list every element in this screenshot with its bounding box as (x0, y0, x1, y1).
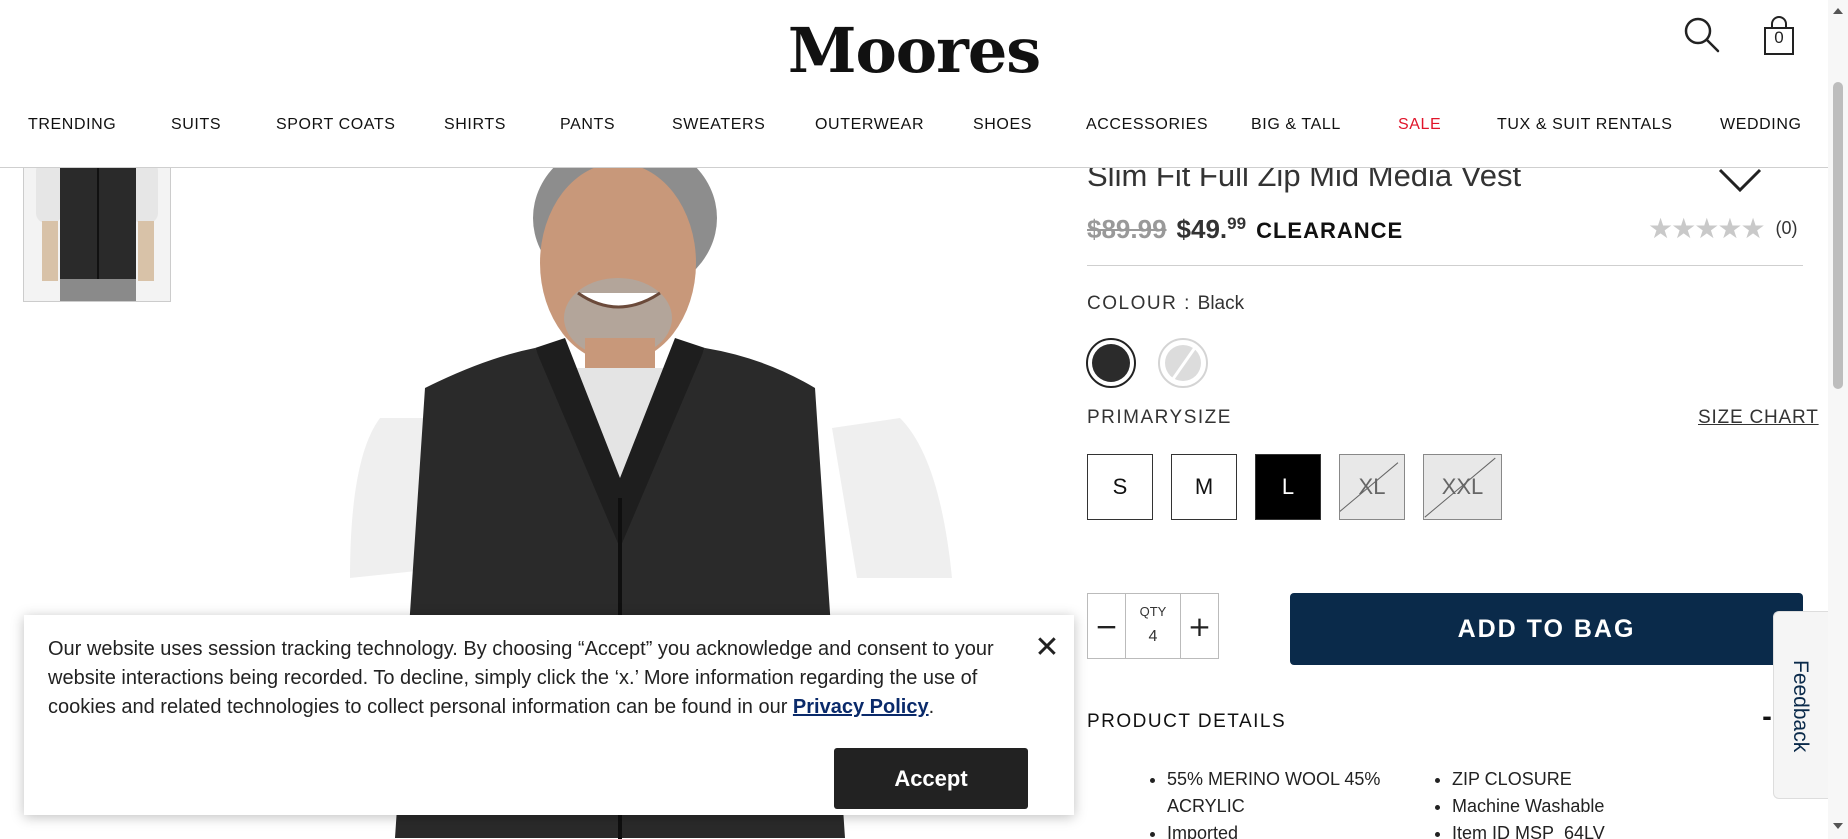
size-button-m[interactable]: M (1171, 454, 1237, 520)
colour-value: Black (1197, 293, 1245, 314)
star-icon: ★ (1740, 213, 1765, 244)
nav-item-accessories[interactable]: ACCESSORIES (1086, 116, 1208, 134)
bag-count: 0 (1774, 28, 1784, 47)
main-nav: TRENDING SUITS SPORT COATS SHIRTS PANTS … (0, 112, 1828, 142)
star-icon: ★ (1648, 213, 1673, 244)
list-item: Item ID MSP_64LV (1452, 820, 1780, 839)
nav-item-shoes[interactable]: SHOES (973, 116, 1032, 134)
list-item: Machine Washable (1452, 793, 1780, 820)
nav-item-wedding[interactable]: WEDDING (1720, 116, 1802, 134)
size-label-m: M (1194, 474, 1214, 499)
collapse-toggle[interactable]: - (1762, 703, 1772, 731)
size-label-s: S (1112, 474, 1128, 499)
colour-label-text: COLOUR : (1087, 293, 1191, 314)
close-icon[interactable]: ✕ (1032, 633, 1062, 663)
site-header: Moores 0 TRENDING SUITS SPORT COATS SHIR… (0, 0, 1828, 168)
size-label: PRIMARYSIZE (1087, 407, 1232, 428)
list-item: ZIP CLOSURE (1452, 766, 1780, 793)
nav-item-pants[interactable]: PANTS (560, 116, 615, 134)
divider (1087, 265, 1803, 266)
page-scrollbar[interactable] (1828, 0, 1848, 839)
cookie-consent-banner: Our website uses session tracking techno… (24, 615, 1074, 815)
nav-item-trending[interactable]: TRENDING (28, 116, 116, 134)
sale-price: $49. (1176, 214, 1228, 244)
scroll-up-arrow[interactable] (1833, 8, 1843, 14)
unavailable-slash (1169, 345, 1198, 383)
quantity-stepper: − QTY 4 + (1087, 593, 1219, 659)
qty-increase-button[interactable]: + (1180, 594, 1218, 658)
feedback-tab[interactable]: Feedback (1773, 611, 1828, 799)
nav-item-shirts[interactable]: SHIRTS (444, 116, 506, 134)
shopping-bag-icon[interactable]: 0 (1762, 16, 1796, 56)
sale-price-cents: 99 (1227, 214, 1247, 233)
cookie-message: Our website uses session tracking techno… (48, 635, 1008, 722)
nav-item-sale[interactable]: SALE (1398, 116, 1441, 134)
colour-swatch-black[interactable] (1086, 338, 1136, 388)
nav-item-sweaters[interactable]: SWEATERS (672, 116, 765, 134)
product-thumbnail[interactable] (23, 150, 171, 302)
nav-item-suits[interactable]: SUITS (171, 116, 221, 134)
wishlist-heart-icon[interactable] (1718, 168, 1762, 192)
size-label-xl: XL (1358, 474, 1386, 499)
nav-item-tux-suit-rentals[interactable]: TUX & SUIT RENTALS (1497, 116, 1673, 134)
privacy-policy-link[interactable]: Privacy Policy (793, 696, 929, 718)
nav-item-sport-coats[interactable]: SPORT COATS (276, 116, 396, 134)
nav-item-big-tall[interactable]: BIG & TALL (1251, 116, 1341, 134)
star-icon: ★ (1717, 213, 1742, 244)
add-to-bag-button[interactable]: ADD TO BAG (1290, 593, 1803, 665)
product-details-header[interactable]: PRODUCT DETAILS (1087, 711, 1286, 733)
star-icon: ★ (1671, 213, 1696, 244)
details-list-left: 55% MERINO WOOL 45% ACRYLIC Imported (1145, 766, 1395, 839)
qty-label: QTY (1139, 604, 1167, 619)
list-item: Imported (1167, 820, 1395, 839)
colour-swatch-grey-unavailable[interactable] (1158, 338, 1208, 388)
colour-label: COLOUR : Black (1087, 293, 1244, 315)
scroll-thumb[interactable] (1833, 82, 1843, 389)
scroll-down-arrow[interactable] (1833, 823, 1843, 829)
star-rating[interactable]: ★★★★★ (0) (1648, 212, 1798, 245)
qty-decrease-button[interactable]: − (1088, 594, 1126, 658)
price-row: $89.99 $49.99 CLEARANCE (1087, 214, 1403, 245)
star-icon: ★ (1694, 213, 1719, 244)
list-item: 55% MERINO WOOL 45% ACRYLIC (1167, 766, 1395, 820)
size-label-l: L (1281, 474, 1295, 499)
nav-item-outerwear[interactable]: OUTERWEAR (815, 116, 924, 134)
size-button-xl[interactable]: XL (1339, 454, 1405, 520)
size-chart-link[interactable]: SIZE CHART (1698, 407, 1819, 429)
clearance-badge: CLEARANCE (1256, 218, 1404, 243)
review-count[interactable]: (0) (1776, 218, 1798, 238)
feedback-label: Feedback (1789, 660, 1812, 753)
details-list-right: ZIP CLOSURE Machine Washable Item ID MSP… (1430, 766, 1780, 839)
qty-input[interactable]: 4 (1126, 628, 1180, 646)
original-price: $89.99 (1087, 214, 1167, 244)
accept-button[interactable]: Accept (834, 748, 1028, 809)
size-button-s[interactable]: S (1087, 454, 1153, 520)
unavailable-strike (1424, 457, 1496, 518)
size-button-xxl[interactable]: XXL (1423, 454, 1502, 520)
cookie-message-end: . (928, 696, 935, 718)
size-button-l[interactable]: L (1255, 454, 1321, 520)
site-logo[interactable]: Moores (0, 14, 1828, 87)
unavailable-strike (1340, 462, 1399, 513)
search-icon[interactable] (1683, 16, 1721, 54)
